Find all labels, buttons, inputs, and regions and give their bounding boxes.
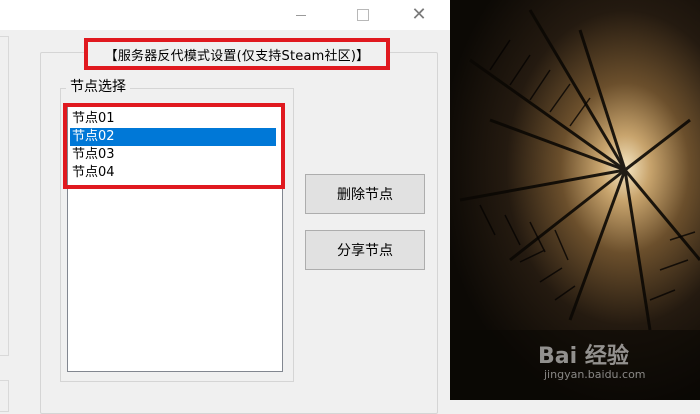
minimize-icon xyxy=(296,14,306,16)
left-panel-edge xyxy=(0,36,9,356)
watermark-url: jingyan.baidu.com xyxy=(544,368,646,381)
share-node-button[interactable]: 分享节点 xyxy=(305,230,425,270)
minimize-button[interactable] xyxy=(278,0,324,30)
node-list-item-selected[interactable]: 节点02 xyxy=(70,128,276,146)
maximize-button[interactable] xyxy=(340,0,386,30)
node-list-item[interactable]: 节点01 xyxy=(70,110,276,128)
left-panel-edge-lower xyxy=(0,380,9,412)
close-button[interactable]: ✕ xyxy=(396,0,442,30)
node-list-item[interactable]: 节点04 xyxy=(70,164,276,182)
app-window: ✕ 【服务器反代模式设置(仅支持Steam社区)】 节点选择 节点01 节点02… xyxy=(0,0,450,414)
title-bar: ✕ xyxy=(0,0,450,30)
close-icon: ✕ xyxy=(411,4,427,25)
node-listbox[interactable]: 节点01 节点02 节点03 节点04 xyxy=(67,104,283,372)
groupbox-title: 【服务器反代模式设置(仅支持Steam社区)】 xyxy=(84,38,390,70)
watermark-logo: Bai 经验 xyxy=(538,344,629,369)
delete-node-button[interactable]: 删除节点 xyxy=(305,174,425,214)
node-list-item[interactable]: 节点03 xyxy=(70,146,276,164)
node-select-label: 节点选择 xyxy=(66,76,130,96)
maximize-icon xyxy=(357,9,369,21)
